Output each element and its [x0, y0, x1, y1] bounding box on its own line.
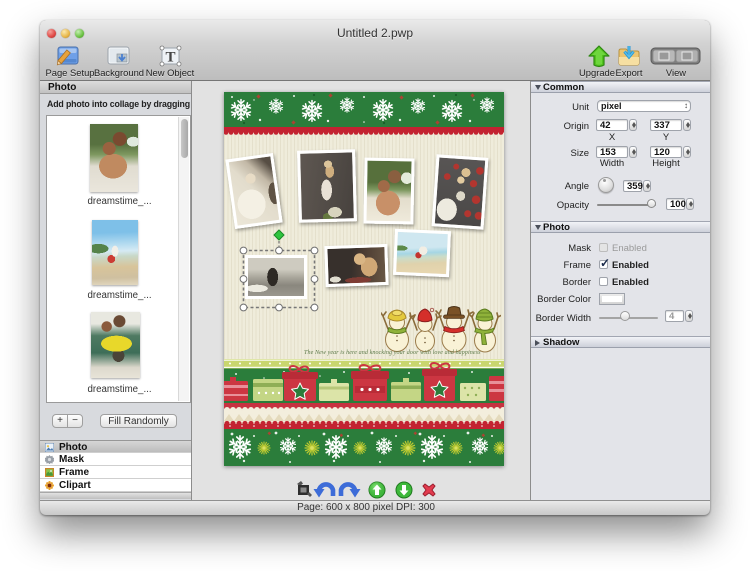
svg-text:T: T [165, 50, 175, 66]
